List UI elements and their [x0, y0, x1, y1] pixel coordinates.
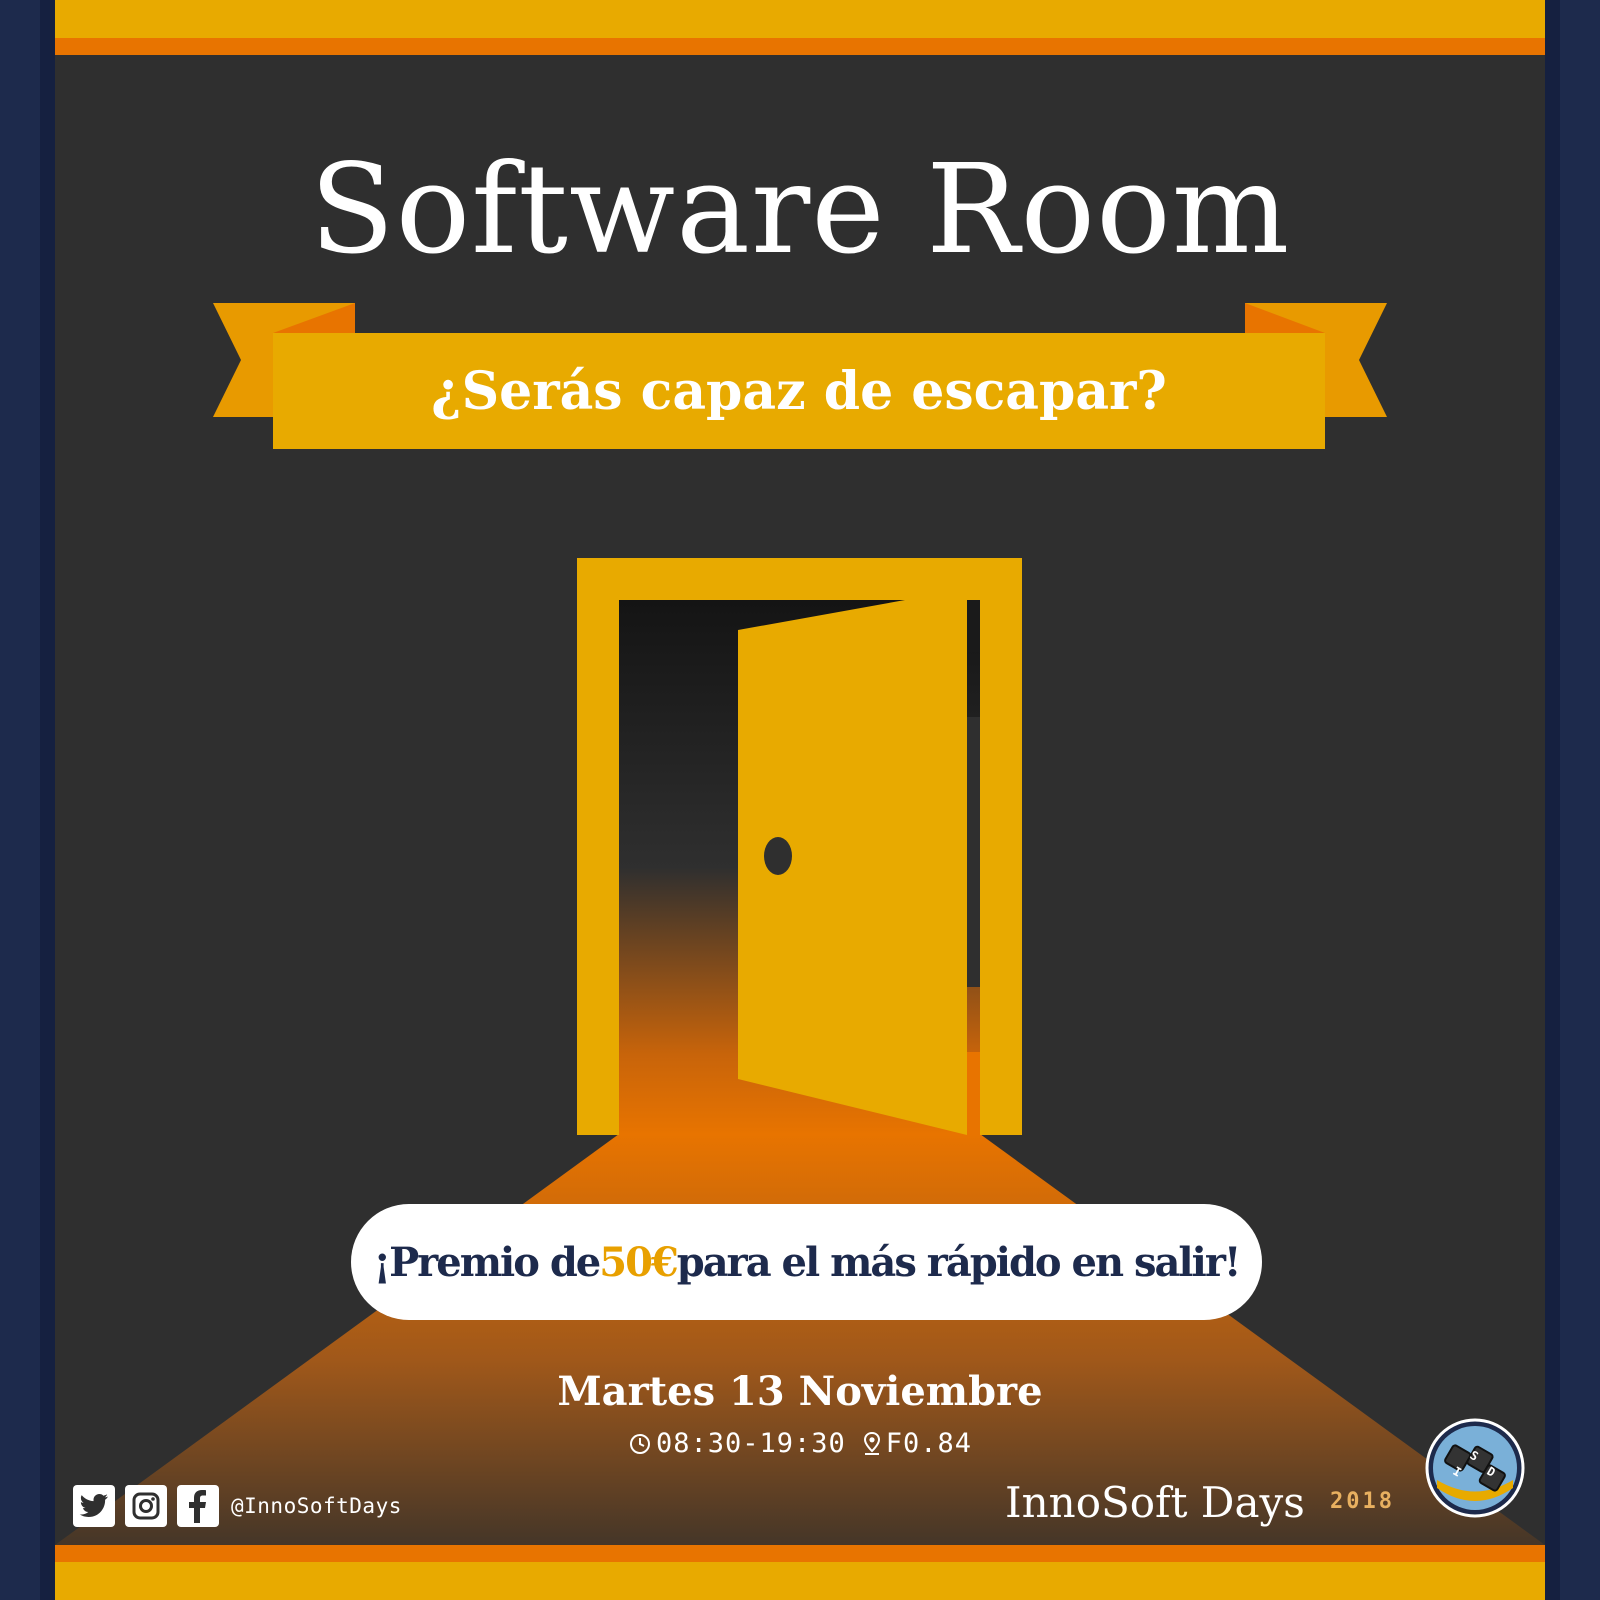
page-title: Software Room — [309, 138, 1291, 282]
door-hinge-gap-mid — [967, 717, 980, 987]
prize-text-end: para el más rápido en salir! — [676, 1238, 1242, 1286]
prize-text-start: ¡Premio de — [373, 1238, 602, 1286]
event-date: Martes 13 Noviembre — [557, 1368, 1043, 1415]
innosoft-logo: I S D — [1425, 1418, 1525, 1518]
left-border — [0, 0, 40, 1600]
prize-amount: 50€ — [599, 1238, 678, 1286]
bottom-band — [55, 1562, 1545, 1600]
facebook-icon[interactable] — [177, 1485, 219, 1527]
instagram-icon[interactable] — [125, 1485, 167, 1527]
left-border-shadow — [40, 0, 55, 1600]
right-border-shadow — [1545, 0, 1560, 1600]
prize-banner: ¡Premio de 50€ para el más rápido en sal… — [351, 1204, 1262, 1320]
brand-year: 2018 — [1330, 1489, 1395, 1514]
bottom-band-stripe — [55, 1545, 1545, 1562]
right-border — [1560, 0, 1600, 1600]
social-links: @InnoSoftDays — [73, 1485, 402, 1527]
location-pin-icon — [863, 1431, 880, 1455]
event-time: 08:30-19:30 — [655, 1428, 846, 1459]
poster-canvas: Software Room ¿Serás capaz de escapar? ¡… — [55, 0, 1545, 1600]
door-hinge-gap-top — [967, 600, 980, 652]
social-handle[interactable]: @InnoSoftDays — [231, 1494, 402, 1518]
poster: Software Room ¿Serás capaz de escapar? ¡… — [0, 0, 1600, 1600]
event-location: F0.84 — [885, 1428, 973, 1459]
door-knob — [764, 837, 792, 875]
brand-name: InnoSoft Days — [1005, 1478, 1305, 1527]
light-cone — [55, 1134, 1545, 1545]
clock-icon — [629, 1433, 650, 1454]
twitter-icon[interactable] — [73, 1485, 115, 1527]
event-details: 08:30-19:30 F0.84 — [55, 1428, 1545, 1459]
door-hinge-gap-bottom — [967, 1052, 980, 1135]
door-icon — [577, 558, 1022, 1135]
subtitle: ¿Serás capaz de escapar? — [431, 360, 1167, 422]
